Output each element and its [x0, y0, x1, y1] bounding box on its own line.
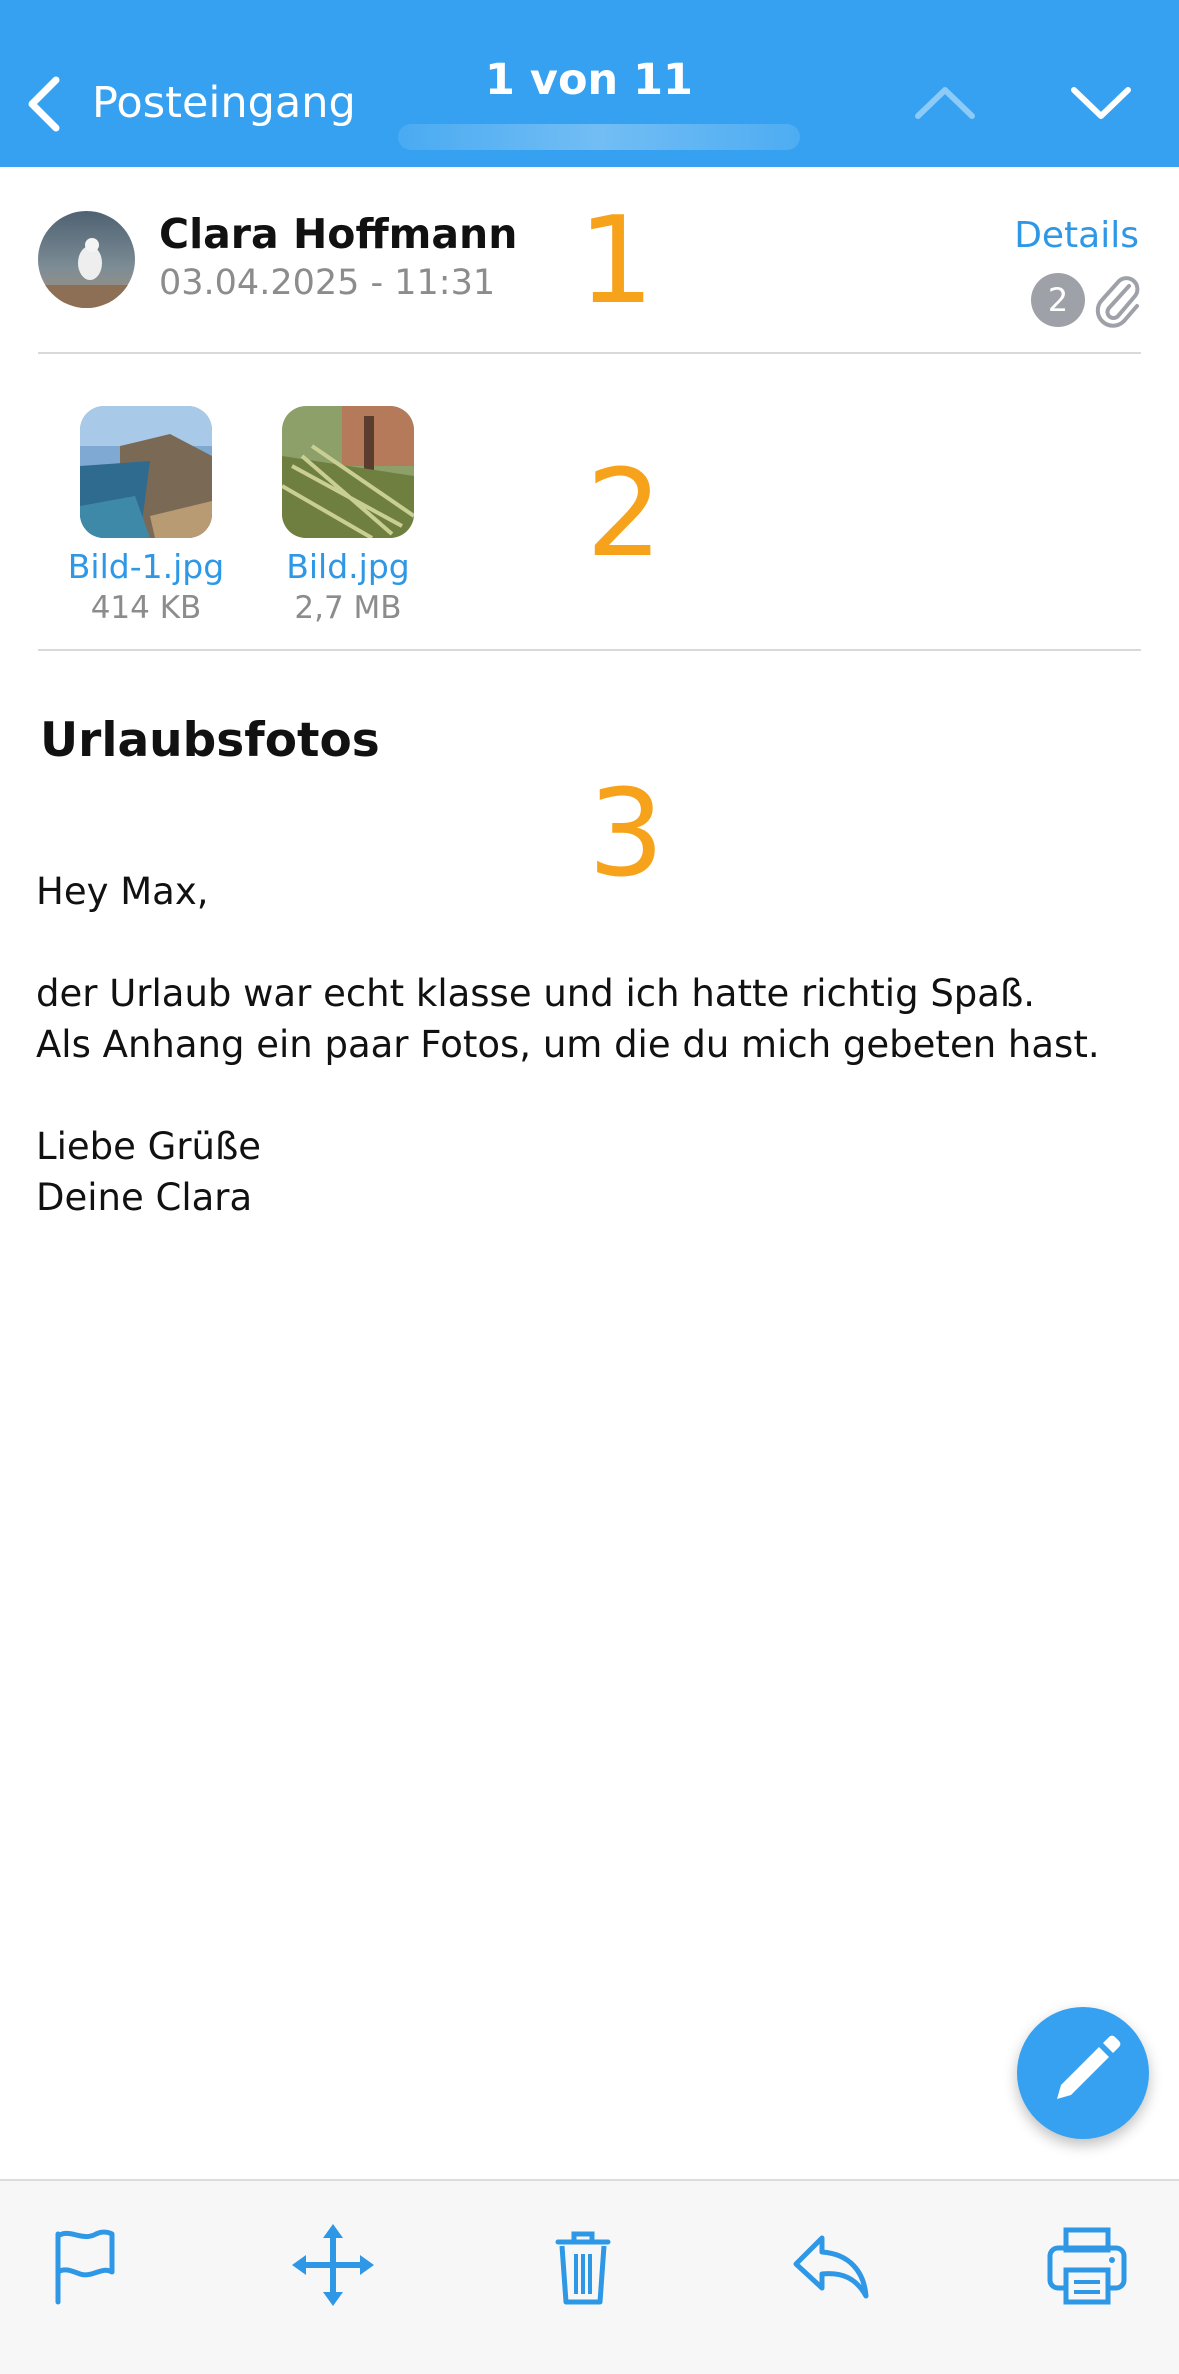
message-date: 03.04.2025 - 11:31 [159, 263, 496, 303]
attachment-thumbnail[interactable] [282, 406, 414, 538]
previous-message-chevron-up-icon[interactable] [910, 78, 980, 126]
paperclip-icon [1093, 268, 1143, 332]
divider [38, 352, 1141, 354]
attachment-count-badge: 2 [1031, 273, 1085, 327]
compose-button[interactable] [1017, 2007, 1149, 2139]
reply-icon[interactable] [786, 2220, 876, 2310]
back-chevron-icon[interactable] [24, 74, 64, 134]
flag-icon[interactable] [40, 2220, 130, 2310]
attachment-size: 2,7 MB [294, 590, 402, 626]
annotation-marker-1: 1 [578, 192, 655, 331]
trash-icon[interactable] [538, 2220, 628, 2310]
sender-name: Clara Hoffmann [159, 210, 518, 258]
details-link[interactable]: Details [1014, 212, 1139, 260]
message-subject: Urlaubsfotos [40, 713, 380, 768]
attachment-name[interactable]: Bild.jpg [238, 546, 458, 588]
attachment-size: 414 KB [90, 590, 202, 626]
attachment-thumbnail[interactable] [80, 406, 212, 538]
body-line: der Urlaub war echt klasse und ich hatte… [36, 972, 1036, 1015]
body-line: Deine Clara [36, 1176, 253, 1219]
back-button-label[interactable]: Posteingang [92, 75, 356, 131]
sender-avatar [38, 211, 135, 308]
pencil-icon [1057, 2035, 1121, 2099]
divider [38, 649, 1141, 651]
print-icon[interactable] [1042, 2220, 1132, 2310]
attachment-name[interactable]: Bild-1.jpg [36, 546, 256, 588]
body-line: Als Anhang ein paar Fotos, um die du mic… [36, 1023, 1100, 1066]
body-line: Hey Max, [36, 870, 209, 913]
annotation-marker-2: 2 [586, 445, 663, 584]
body-line: Liebe Grüße [36, 1125, 262, 1168]
move-icon[interactable] [288, 2220, 378, 2310]
next-message-chevron-down-icon[interactable] [1066, 78, 1136, 126]
message-counter: 1 von 11 [485, 55, 693, 105]
annotation-marker-3: 3 [588, 765, 665, 904]
blurred-email-address [398, 124, 800, 150]
